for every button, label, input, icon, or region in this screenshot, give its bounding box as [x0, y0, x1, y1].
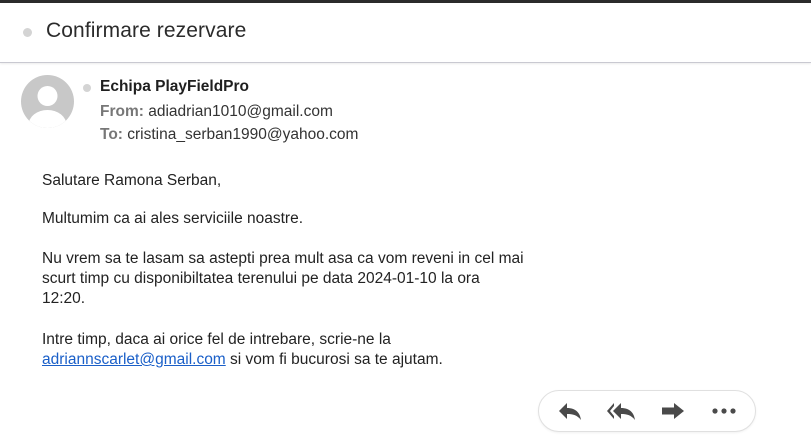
contact-paragraph-line: Intre timp, daca ai orice fel de intreba…	[42, 331, 391, 348]
more-options-button[interactable]	[708, 397, 740, 425]
thanks-paragraph: Multumim ca ai ales serviciile noastre.	[42, 210, 304, 227]
email-subject: Confirmare rezervare	[46, 19, 247, 42]
wait-paragraph-line: 12:20.	[42, 290, 86, 307]
to-line: To: cristina_serban1990@yahoo.com	[100, 126, 358, 144]
subject-header: Confirmare rezervare	[0, 3, 811, 63]
greeting: Salutare Ramona Serban,	[42, 172, 222, 189]
reply-icon	[559, 403, 581, 420]
more-options-icon	[712, 408, 736, 414]
wait-paragraph: Nu vrem sa te lasam sa astepti prea mult…	[42, 249, 602, 309]
wait-paragraph-line: scurt timp cu disponibiltatea terenului …	[42, 270, 480, 287]
status-dot-icon	[83, 84, 91, 92]
from-label: From:	[100, 103, 144, 120]
wait-paragraph-line: Nu vrem sa te lasam sa astepti prea mult…	[42, 250, 524, 267]
contact-email-link[interactable]: adriannscarlet@gmail.com	[42, 351, 226, 368]
to-label: To:	[100, 126, 123, 143]
contact-paragraph: Intre timp, daca ai orice fel de intreba…	[42, 330, 602, 370]
unread-dot-icon	[23, 28, 32, 37]
from-line: From: adiadrian1010@gmail.com	[100, 103, 333, 121]
reply-button[interactable]	[554, 397, 586, 425]
person-silhouette-icon	[28, 86, 67, 128]
from-address[interactable]: adiadrian1010@gmail.com	[148, 103, 333, 120]
contact-paragraph-tail: si vom fi bucurosi sa te ajutam.	[225, 351, 443, 368]
contact-paragraph-line2: adriannscarlet@gmail.com si vom fi bucur…	[42, 350, 602, 370]
reply-all-icon	[607, 403, 635, 420]
sender-avatar[interactable]	[21, 75, 74, 128]
forward-icon	[662, 403, 684, 419]
to-address[interactable]: cristina_serban1990@yahoo.com	[127, 126, 358, 143]
forward-button[interactable]	[657, 397, 689, 425]
message-actions-bar	[538, 390, 756, 432]
reply-all-button[interactable]	[605, 397, 637, 425]
sender-name[interactable]: Echipa PlayFieldPro	[100, 78, 249, 96]
